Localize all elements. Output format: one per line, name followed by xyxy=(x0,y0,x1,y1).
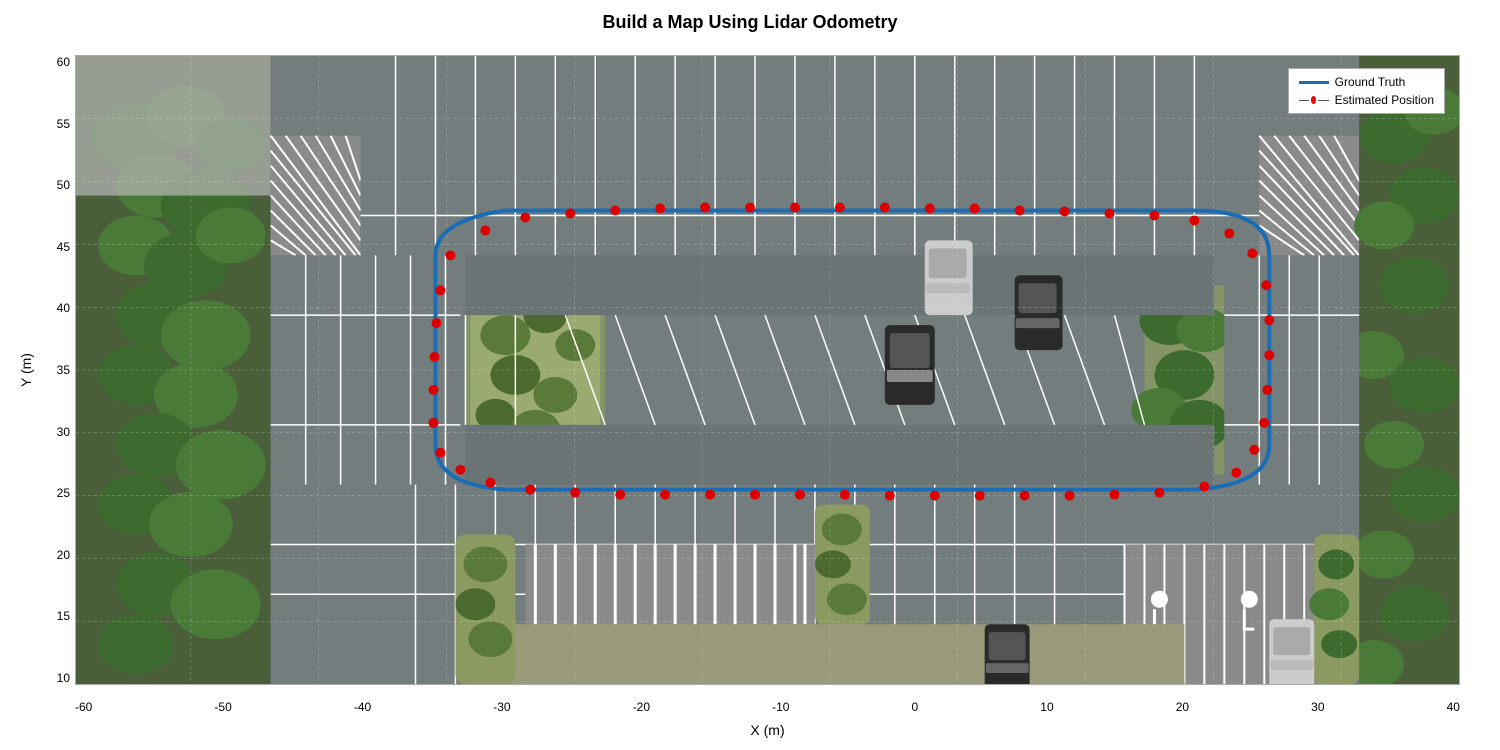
legend-item-ground-truth: Ground Truth xyxy=(1299,75,1434,89)
y-axis-label: Y (m) xyxy=(18,55,34,685)
legend: Ground Truth Estimated Position xyxy=(1288,68,1445,114)
legend-ground-truth-line xyxy=(1299,81,1329,84)
x-tick-30: 30 xyxy=(1311,700,1324,720)
background-scene xyxy=(76,56,1459,684)
plot-area xyxy=(75,55,1460,685)
chart-title: Build a Map Using Lidar Odometry xyxy=(602,12,897,33)
y-axis-ticks: 60 55 50 45 40 35 30 25 20 15 10 xyxy=(35,55,70,685)
legend-dot-line-right xyxy=(1318,100,1328,101)
y-tick-20: 20 xyxy=(35,548,70,562)
x-tick-10: 10 xyxy=(1040,700,1053,720)
x-tick--60: -60 xyxy=(75,700,92,720)
y-tick-15: 15 xyxy=(35,609,70,623)
y-tick-55: 55 xyxy=(35,117,70,131)
x-tick-0: 0 xyxy=(912,700,919,720)
legend-item-estimated: Estimated Position xyxy=(1299,93,1434,107)
legend-estimated-label: Estimated Position xyxy=(1335,93,1434,107)
x-tick-20: 20 xyxy=(1176,700,1189,720)
legend-dot-line-left xyxy=(1299,100,1309,101)
y-tick-50: 50 xyxy=(35,178,70,192)
y-tick-45: 45 xyxy=(35,240,70,254)
legend-estimated-dot-container xyxy=(1299,96,1329,104)
x-tick--20: -20 xyxy=(633,700,650,720)
x-tick-40: 40 xyxy=(1447,700,1460,720)
x-axis-ticks: -60 -50 -40 -30 -20 -10 0 10 20 30 40 xyxy=(75,700,1460,720)
x-axis-label: X (m) xyxy=(75,722,1460,738)
x-tick--30: -30 xyxy=(493,700,510,720)
chart-container: Build a Map Using Lidar Odometry Y (m) 6… xyxy=(0,0,1500,750)
y-tick-10: 10 xyxy=(35,671,70,685)
y-tick-30: 30 xyxy=(35,425,70,439)
legend-ground-truth-label: Ground Truth xyxy=(1335,75,1406,89)
y-tick-25: 25 xyxy=(35,486,70,500)
y-tick-60: 60 xyxy=(35,55,70,69)
x-tick--10: -10 xyxy=(772,700,789,720)
y-tick-35: 35 xyxy=(35,363,70,377)
x-tick--50: -50 xyxy=(214,700,231,720)
legend-estimated-dot xyxy=(1311,96,1316,104)
x-tick--40: -40 xyxy=(354,700,371,720)
y-tick-40: 40 xyxy=(35,301,70,315)
